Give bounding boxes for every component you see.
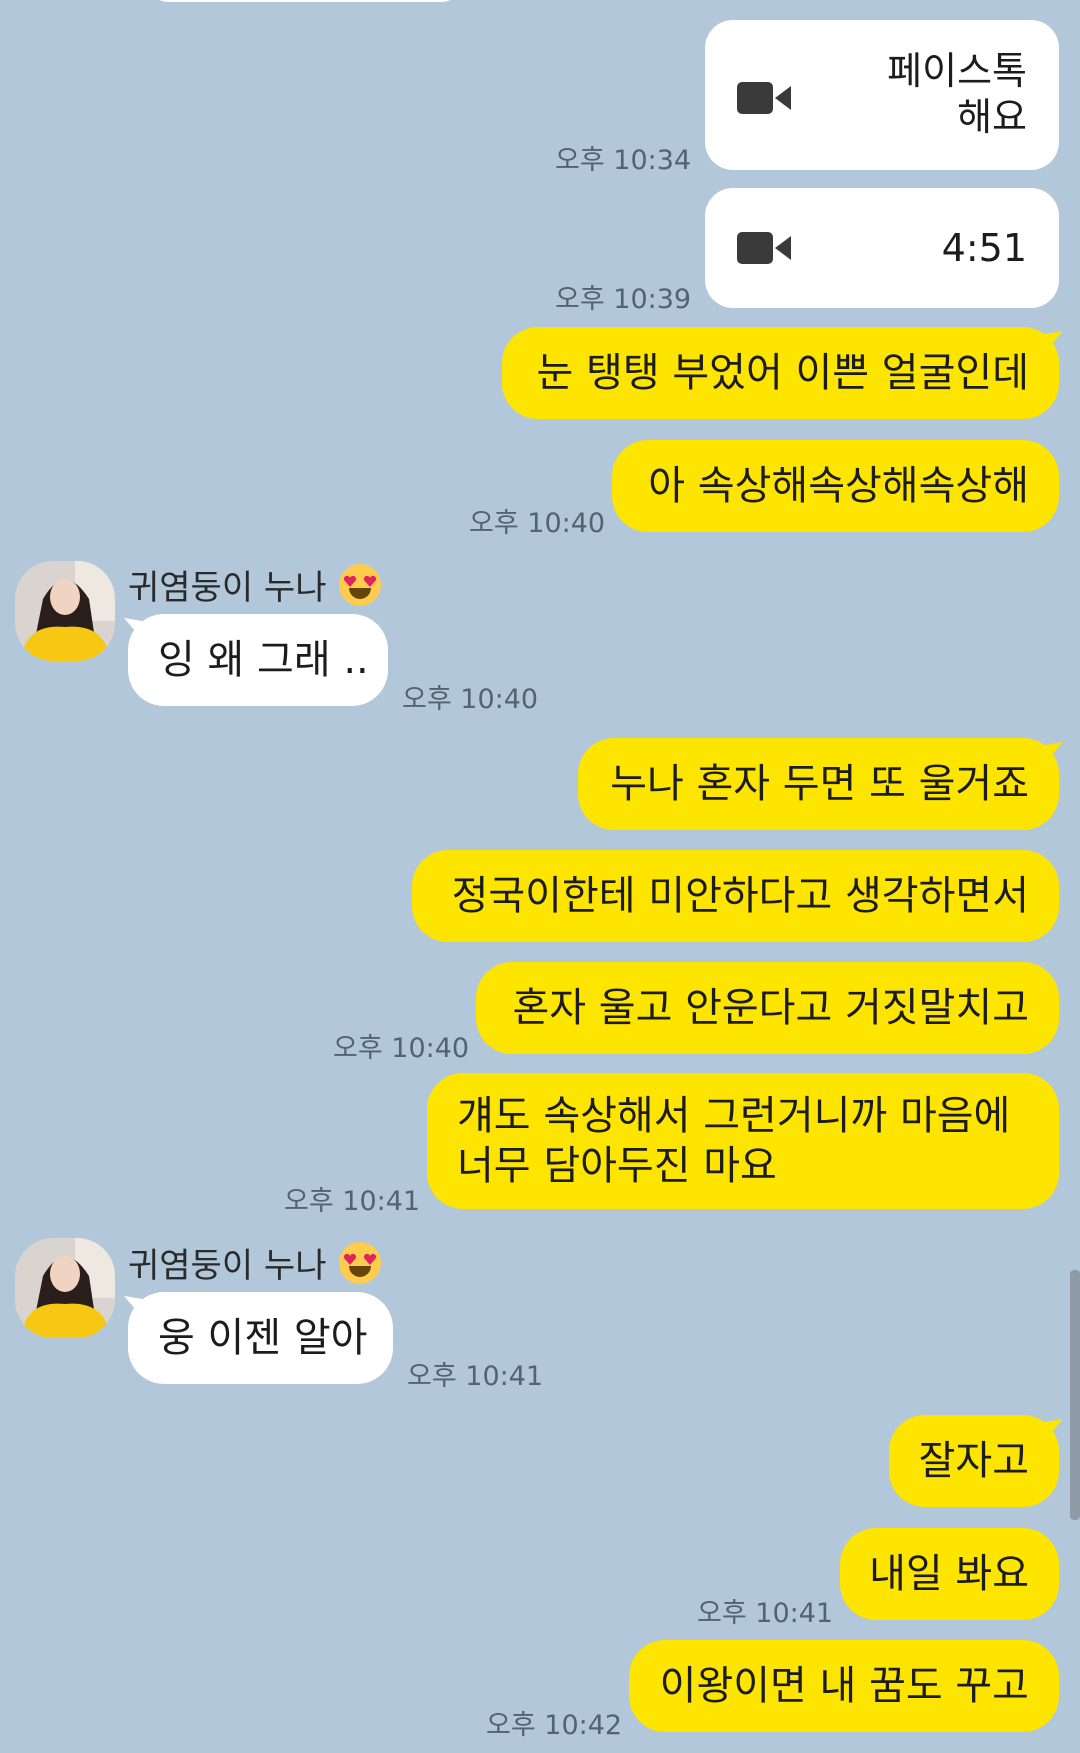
message-time: 오후 10:40 <box>333 1033 470 1064</box>
message-text: 걔도 속상해서 그런거니까 마음에 너무 담아두진 마요 <box>457 1093 1011 1189</box>
contact-avatar[interactable] <box>15 561 115 661</box>
message-time: 오후 10:34 <box>555 145 692 176</box>
previous-message-bubble <box>150 0 460 2</box>
message-time: 오후 10:40 <box>402 684 539 715</box>
video-camera-icon <box>737 232 791 264</box>
my-message-bubble[interactable]: 정국이한테 미안하다고 생각하면서 <box>412 850 1059 942</box>
message-text: 누나 혼자 두면 또 울거죠 <box>610 761 1029 807</box>
contact-name: 귀염둥이 누나 <box>128 560 381 609</box>
message-text: 잉 왜 그래 .. <box>158 637 369 683</box>
contact-name-text: 귀염둥이 누나 <box>128 1246 327 1286</box>
contact-avatar[interactable] <box>15 1238 115 1338</box>
avatar-image <box>15 1238 115 1338</box>
message-text: 웅 이젠 알아 <box>158 1315 368 1361</box>
message-text: 아 속상해속상해속상해 <box>648 463 1029 509</box>
my-message-bubble[interactable]: 눈 탱탱 부었어 이쁜 얼굴인데 <box>502 327 1059 419</box>
message-text: 정국이한테 미안하다고 생각하면서 <box>451 873 1029 919</box>
scrollbar[interactable] <box>1070 1270 1080 1520</box>
my-message-bubble[interactable]: 내일 봐요 <box>840 1528 1059 1620</box>
facetalk-call-bubble[interactable]: 페이스톡 해요 <box>705 20 1059 170</box>
heart-eyes-emoji-icon <box>338 1241 381 1284</box>
message-text: 내일 봐요 <box>869 1551 1029 1597</box>
my-message-bubble[interactable]: 이왕이면 내 꿈도 꾸고 <box>629 1640 1059 1732</box>
message-text: 잘자고 <box>918 1438 1029 1484</box>
contact-message-bubble[interactable]: 웅 이젠 알아 <box>128 1292 393 1384</box>
contact-message-bubble[interactable]: 잉 왜 그래 .. <box>128 614 388 706</box>
message-time: 오후 10:39 <box>555 284 692 315</box>
video-camera-icon <box>737 82 791 114</box>
call-text: 페이스톡 해요 <box>887 49 1027 139</box>
message-time: 오후 10:41 <box>284 1186 421 1217</box>
my-message-bubble[interactable]: 혼자 울고 안운다고 거짓말치고 <box>476 962 1059 1054</box>
message-time: 오후 10:41 <box>407 1361 544 1392</box>
my-message-bubble[interactable]: 걔도 속상해서 그런거니까 마음에 너무 담아두진 마요 <box>427 1073 1059 1209</box>
contact-name: 귀염둥이 누나 <box>128 1238 381 1287</box>
my-message-bubble[interactable]: 잘자고 <box>889 1415 1059 1507</box>
call-duration-bubble[interactable]: 4:51 <box>705 188 1059 308</box>
my-message-bubble[interactable]: 누나 혼자 두면 또 울거죠 <box>578 738 1059 830</box>
message-text: 혼자 울고 안운다고 거짓말치고 <box>512 985 1029 1031</box>
heart-eyes-emoji-icon <box>338 563 381 606</box>
message-time: 오후 10:42 <box>486 1710 623 1741</box>
call-duration: 4:51 <box>941 226 1027 270</box>
message-time: 오후 10:41 <box>697 1598 834 1629</box>
avatar-image <box>15 561 115 661</box>
contact-name-text: 귀염둥이 누나 <box>128 568 327 608</box>
message-time: 오후 10:40 <box>469 508 606 539</box>
message-text: 이왕이면 내 꿈도 꾸고 <box>659 1663 1029 1709</box>
my-message-bubble[interactable]: 아 속상해속상해속상해 <box>612 440 1059 532</box>
message-text: 눈 탱탱 부었어 이쁜 얼굴인데 <box>536 350 1029 396</box>
